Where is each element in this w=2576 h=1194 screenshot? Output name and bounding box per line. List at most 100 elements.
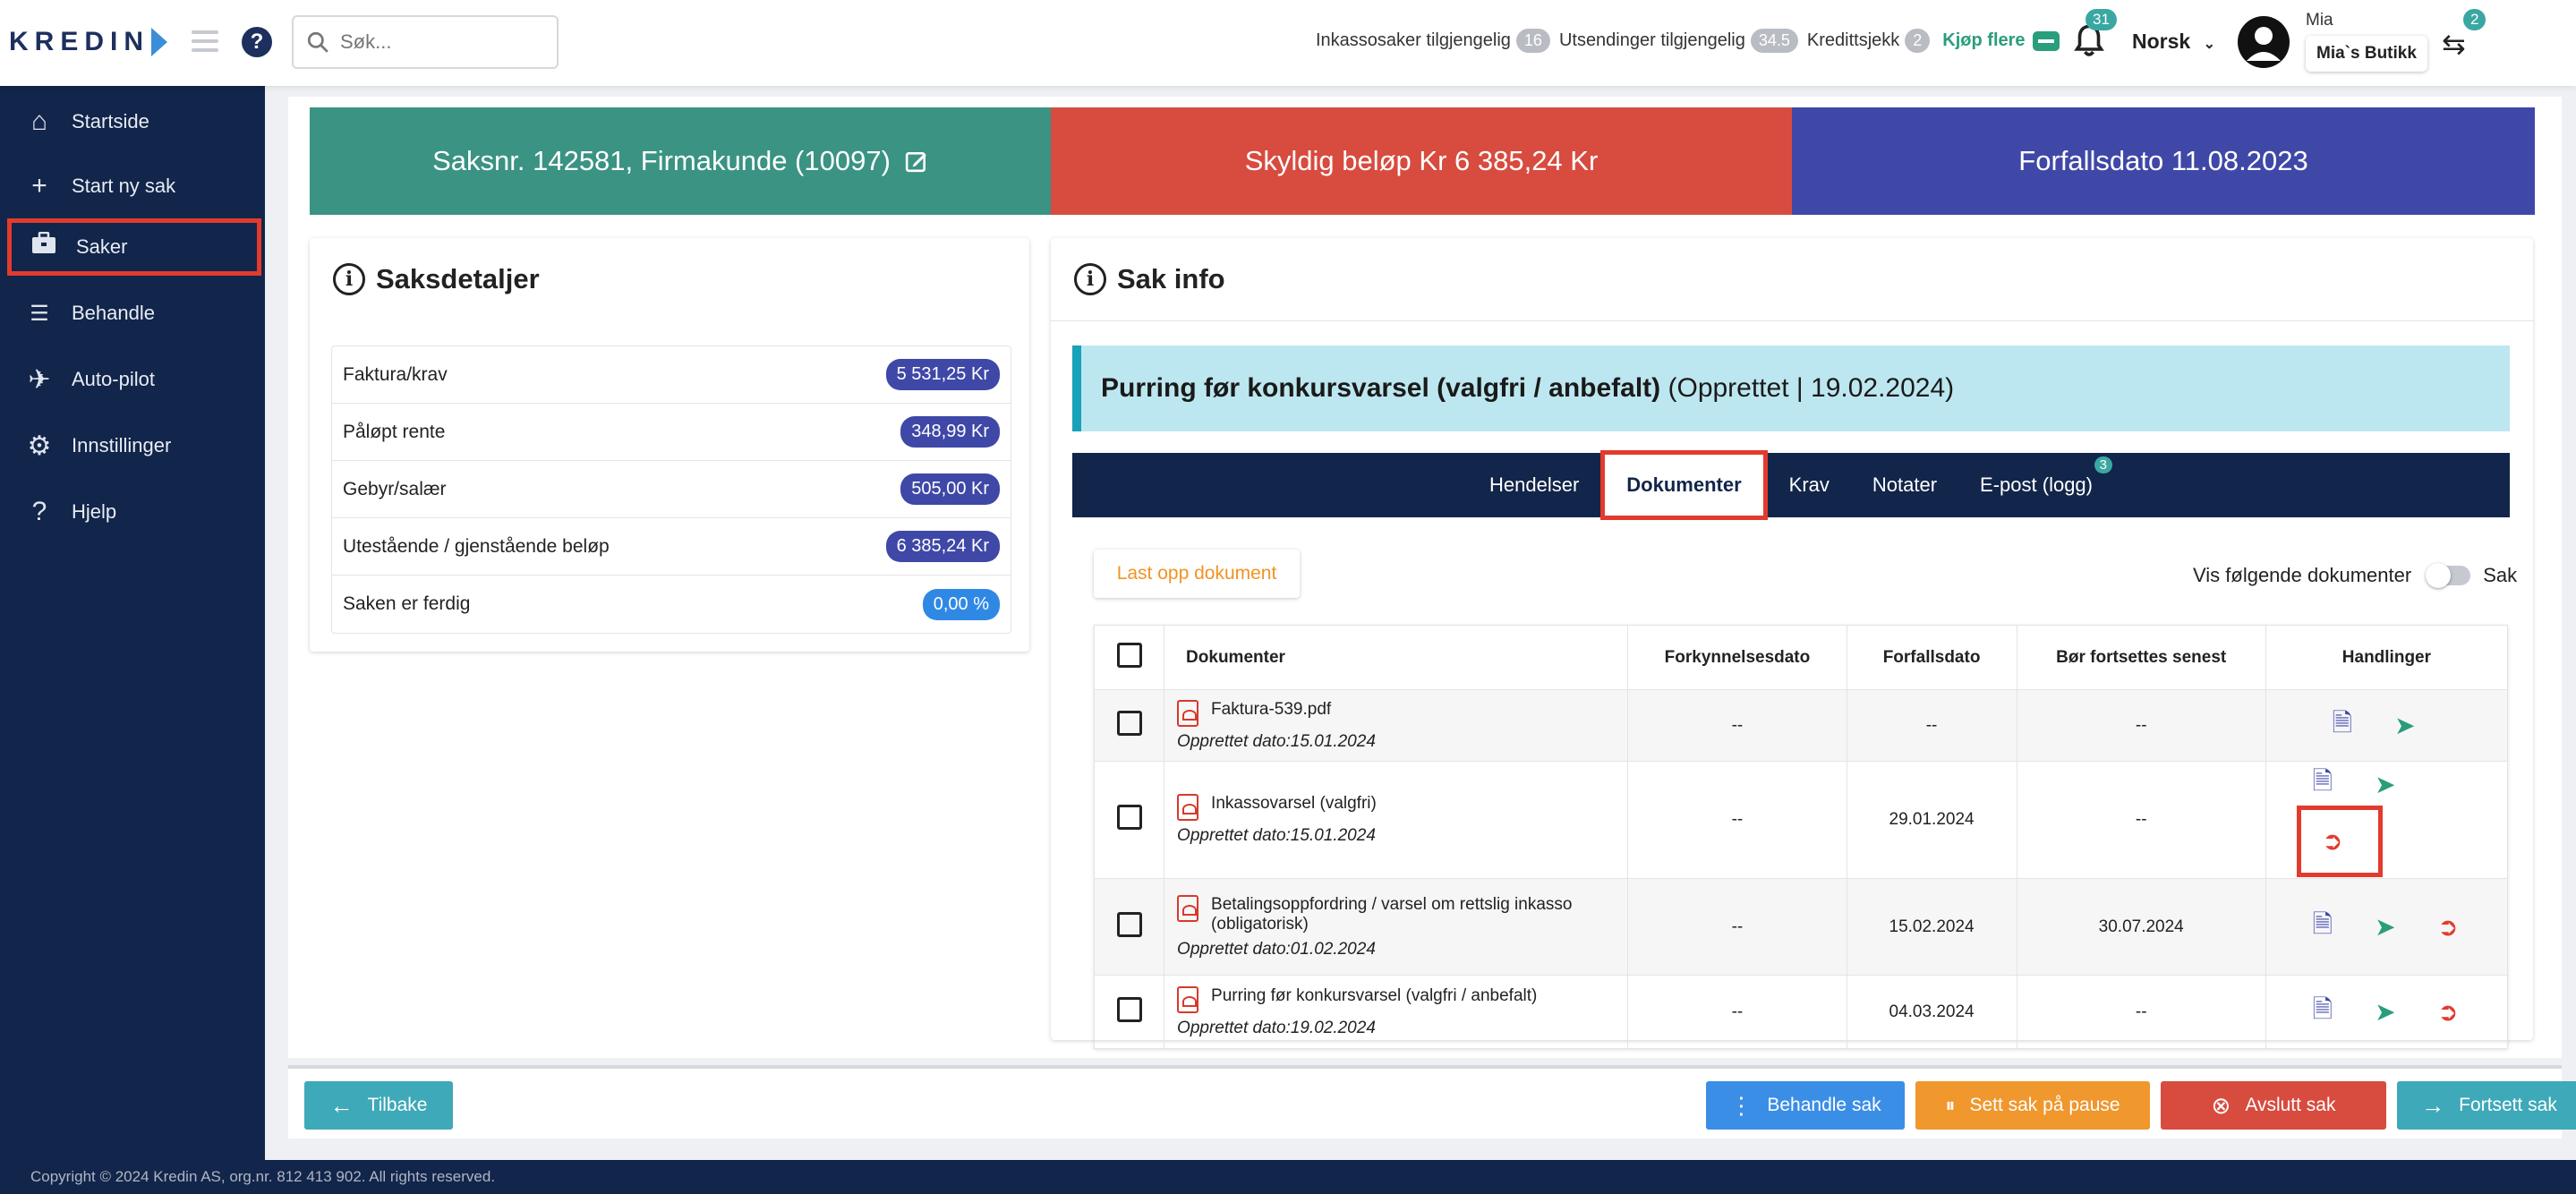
select-all-checkbox[interactable] xyxy=(1116,642,1142,668)
forfall-cell: -- xyxy=(1847,689,2017,762)
sidebar-item-auto-pilot[interactable]: ✈ Auto-pilot xyxy=(7,351,261,408)
forkyn-cell: -- xyxy=(1627,878,1847,976)
senest-cell: -- xyxy=(2017,689,2266,762)
store-selector-button[interactable]: Mia`s Butikk xyxy=(2306,36,2427,72)
swap-icon[interactable]: ⇆ xyxy=(2442,27,2466,61)
sidebar-item-behandle[interactable]: ☰ Behandle xyxy=(7,285,261,342)
kredin-logo[interactable]: KREDIN xyxy=(9,27,168,57)
due-date-tile: Forfallsdato 11.08.2023 xyxy=(1792,107,2535,215)
document-created: Opprettet dato:15.01.2024 xyxy=(1177,826,1376,845)
document-toggle[interactable] xyxy=(2426,563,2471,588)
process-case-button[interactable]: ⋮ Behandle sak xyxy=(1706,1081,1905,1130)
help-icon[interactable]: ? xyxy=(242,27,272,57)
sidebar-item-saker[interactable]: Saker xyxy=(7,218,261,276)
view-document-icon[interactable]: 🗎 xyxy=(2302,991,2343,1034)
send-icon[interactable]: ➤ xyxy=(2365,912,2406,942)
row-checkbox[interactable] xyxy=(1116,805,1142,830)
close-case-button[interactable]: ⊗ Avslutt sak xyxy=(2161,1081,2386,1130)
toggle-label: Vis følgende dokumenter xyxy=(2193,564,2412,586)
col-header: Handlinger xyxy=(2265,625,2508,690)
tab-notater[interactable]: Notater xyxy=(1851,453,1958,517)
case-number: Saksnr. 142581, Firmakunde (10097) xyxy=(432,145,891,176)
revert-icon[interactable]: ➲ xyxy=(2427,997,2469,1027)
pause-case-button[interactable]: ⏸ Sett sak på pause xyxy=(1915,1081,2150,1130)
sidebar: ⌂ Startside + Start ny sak Saker ☰ Behan… xyxy=(0,86,265,1160)
search-box[interactable] xyxy=(292,15,559,69)
send-icon[interactable]: ➤ xyxy=(2365,997,2406,1027)
view-document-icon[interactable]: 🗎 xyxy=(2302,763,2343,806)
info-icon: i xyxy=(333,263,365,295)
search-input[interactable] xyxy=(338,30,535,55)
detail-value: 348,99 Kr xyxy=(900,416,1000,448)
upload-document-button[interactable]: Last opp dokument xyxy=(1094,550,1300,598)
send-icon[interactable]: ➤ xyxy=(2365,770,2406,799)
utsend-count: 34.5 xyxy=(1750,29,1798,53)
tab-hendelser[interactable]: Hendelser xyxy=(1468,453,1600,517)
owed-amount: Skyldig beløp Kr 6 385,24 Kr xyxy=(1244,145,1599,176)
row-checkbox[interactable] xyxy=(1116,710,1142,736)
sidebar-item-hjelp[interactable]: ? Hjelp xyxy=(7,483,261,541)
send-icon[interactable]: ➤ xyxy=(2384,711,2426,740)
tab-epost-logg[interactable]: E-post (logg) 3 xyxy=(1958,453,2114,517)
buy-more-link[interactable]: Kjøp flere xyxy=(1942,30,2025,51)
revert-icon[interactable]: ➲ xyxy=(2427,912,2469,942)
row-checkbox[interactable] xyxy=(1116,996,1142,1022)
sidebar-item-startside[interactable]: ⌂ Startside xyxy=(7,93,261,150)
footer: Copyright © 2024 Kredin AS, org.nr. 812 … xyxy=(0,1160,2576,1194)
case-details-panel: i Saksdetaljer Faktura/krav 5 531,25 Kr … xyxy=(310,238,1029,652)
banner-stage: Purring før konkursvarsel (valgfri / anb… xyxy=(1101,373,1661,403)
utsend-label: Utsendinger tilgjengelig xyxy=(1558,30,1745,50)
arrow-left-icon: ← xyxy=(329,1091,354,1119)
detail-row: Gebyr/salær 505,00 Kr xyxy=(332,461,1011,518)
close-circle-icon: ⊗ xyxy=(2211,1091,2231,1119)
pause-icon: ⏸ xyxy=(1945,1094,1956,1116)
account-stats: Inkassosaker tilgjengelig 16 Utsendinger… xyxy=(1316,29,2060,53)
document-link[interactable]: Faktura-539.pdf xyxy=(1211,700,1331,720)
view-document-icon[interactable]: 🗎 xyxy=(2322,704,2363,747)
sidebar-item-label: Auto-pilot xyxy=(72,368,155,390)
menu-icon[interactable] xyxy=(192,30,218,52)
detail-value: 505,00 Kr xyxy=(900,473,1000,505)
checklist-icon: ☰ xyxy=(30,301,49,326)
view-document-icon[interactable]: 🗎 xyxy=(2302,906,2343,949)
forfall-cell: 04.03.2024 xyxy=(1847,975,2017,1049)
inkasso-label: Inkassosaker tilgjengelig xyxy=(1316,30,1511,50)
detail-row: Faktura/krav 5 531,25 Kr xyxy=(332,346,1011,404)
detail-label: Gebyr/salær xyxy=(343,478,447,499)
sidebar-item-start-ny-sak[interactable]: + Start ny sak xyxy=(7,158,261,215)
top-bar: KREDIN ? Inkassosaker tilgjengelig 16 Ut… xyxy=(0,0,2576,86)
logo-arrow-icon xyxy=(151,28,168,56)
info-title: Sak info xyxy=(1117,263,1225,294)
banner-created: (Opprettet | 19.02.2024) xyxy=(1660,373,1955,403)
back-button[interactable]: ← Tilbake xyxy=(304,1081,453,1130)
revert-icon[interactable]: ➲ xyxy=(2312,810,2353,873)
document-link[interactable]: Betalingsoppfordring / varsel om rettsli… xyxy=(1211,895,1615,934)
avatar[interactable] xyxy=(2238,16,2290,68)
kreditt-label: Kredittsjekk xyxy=(1806,30,1900,50)
case-tabs: Hendelser Dokumenter Krav Notater E-post… xyxy=(1072,450,2510,520)
tab-dokumenter[interactable]: Dokumenter xyxy=(1600,450,1768,520)
senest-cell: -- xyxy=(2017,975,2266,1049)
language-select[interactable]: Norsk ⌄ xyxy=(2132,30,2215,54)
forkyn-cell: -- xyxy=(1627,761,1847,879)
language-label: Norsk xyxy=(2132,30,2191,53)
row-checkbox[interactable] xyxy=(1116,911,1142,937)
document-link[interactable]: Inkassovarsel (valgfri) xyxy=(1211,794,1377,814)
info-icon: i xyxy=(1074,263,1106,295)
email-badge: 3 xyxy=(2094,456,2112,473)
detail-value: 0,00 % xyxy=(922,588,1000,620)
plus-icon: + xyxy=(31,171,47,200)
toggle-value: Sak xyxy=(2483,564,2518,586)
sidebar-item-innstillinger[interactable]: ⚙ Innstillinger xyxy=(7,417,261,474)
documents-table: Dokumenter Forkynnelsesdato Forfallsdato… xyxy=(1094,625,2508,1049)
switch-badge: 2 xyxy=(2463,9,2486,30)
case-info-panel: i Sak info Purring før konkursvarsel (va… xyxy=(1051,238,2533,1049)
tab-krav[interactable]: Krav xyxy=(1768,453,1851,517)
plane-icon: ✈ xyxy=(28,364,51,395)
document-link[interactable]: Purring før konkursvarsel (valgfri / anb… xyxy=(1211,986,1537,1006)
continue-case-button[interactable]: → Fortsett sak xyxy=(2397,1081,2576,1130)
edit-icon[interactable] xyxy=(905,149,928,173)
credit-card-icon[interactable] xyxy=(2032,30,2060,51)
pdf-icon xyxy=(1177,894,1199,922)
user-name: Mia xyxy=(2306,11,2333,30)
